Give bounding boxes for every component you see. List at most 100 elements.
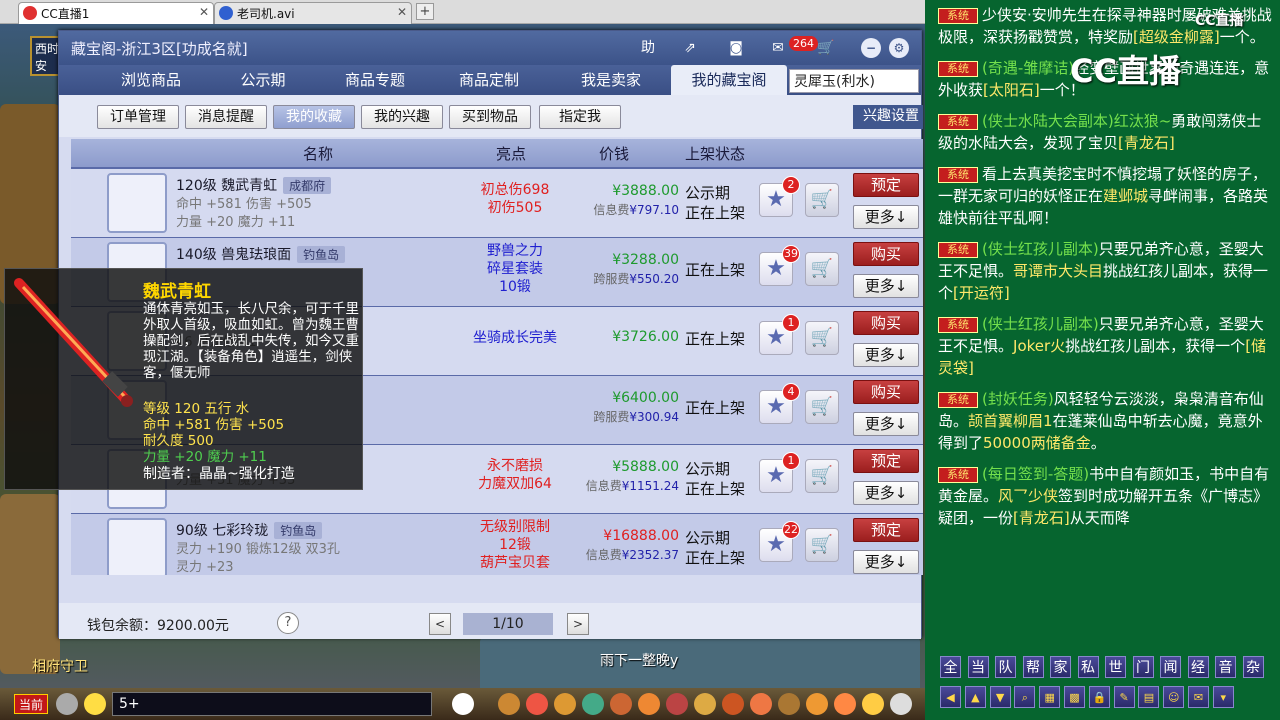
minimize-button[interactable]: − [861,38,881,58]
item-icon[interactable] [638,693,660,715]
chat-channel-button[interactable]: 世 [1105,656,1126,678]
chat-channel-button[interactable]: 当 [967,656,989,678]
chat-tool-icon[interactable]: ◀ [940,686,961,708]
chat-tool-icon[interactable]: ▾ [1212,686,1234,708]
tab-custom[interactable]: 商品定制 [437,65,541,95]
table-row[interactable]: 120级 魏武青虹 成都府 命中 +581 伤害 +505 力量 +20 魔力 +11… [71,169,923,237]
buy-button[interactable]: 购买 [853,380,919,404]
item-icon[interactable] [554,693,576,715]
tab-interests[interactable]: 我的兴趣 [361,105,443,129]
new-tab-button[interactable]: + [416,3,434,20]
browser-tab-video[interactable]: 老司机.avi ✕ [214,2,412,24]
more-button[interactable]: 更多↓ [853,205,919,229]
item-thumbnail[interactable] [107,173,167,233]
item-icon[interactable] [582,693,604,715]
chat-tool-icon[interactable]: 🔒 [1088,686,1110,708]
cart-icon[interactable]: 🛒 [815,36,837,60]
favorite-star-icon[interactable]: ★ 4 [759,383,800,424]
chat-channel-button[interactable]: 门 [1132,656,1154,678]
stop-icon[interactable]: ◙ [725,36,747,60]
tab-seller[interactable]: 我是卖家 [549,65,673,95]
tab-orders[interactable]: 订单管理 [97,105,179,129]
tab-favorites[interactable]: 我的收藏 [273,105,355,129]
chat-tool-icon[interactable]: ▼ [989,686,1011,708]
realm-selector[interactable]: 灵犀玉(利水) [789,69,919,93]
emoji-icon[interactable] [84,693,106,715]
chat-channel-button[interactable]: 帮 [1022,656,1044,678]
item-icon[interactable] [778,693,800,715]
tab-notifications[interactable]: 消息提醒 [185,105,267,129]
more-button[interactable]: 更多↓ [853,481,919,505]
add-to-cart-icon[interactable]: 🛒 [805,390,839,424]
add-to-cart-icon[interactable]: 🛒 [805,183,839,217]
item-icon[interactable] [694,693,716,715]
chat-tool-icon[interactable]: ▦ [1039,686,1061,708]
tab-browse[interactable]: 浏览商品 [99,65,203,95]
chat-channel-button[interactable]: 队 [995,656,1016,678]
item-icon[interactable] [526,693,548,715]
page-indicator[interactable]: 1/10 [463,613,553,635]
browser-tab-cc-live[interactable]: CC直播1 ✕ [18,2,214,24]
reserve-button[interactable]: 预定 [853,449,919,473]
item-icon[interactable] [806,693,828,715]
tab-topics[interactable]: 商品专题 [323,65,427,95]
help-button[interactable]: 助 [637,36,659,60]
item-icon[interactable] [610,693,632,715]
message-icon[interactable]: ✉ [767,36,789,60]
add-to-cart-icon[interactable]: 🛒 [805,528,839,562]
more-button[interactable]: 更多↓ [853,412,919,436]
more-button[interactable]: 更多↓ [853,550,919,574]
item-icon[interactable] [666,693,688,715]
item-icon[interactable] [498,693,520,715]
item-icon[interactable] [750,693,772,715]
add-to-cart-icon[interactable]: 🛒 [805,252,839,286]
chat-channel-button[interactable]: 音 [1215,656,1236,678]
pet-icon[interactable] [452,693,474,715]
add-to-cart-icon[interactable]: 🛒 [805,459,839,493]
chat-channel-button[interactable]: 全 [940,656,961,678]
item-thumbnail[interactable] [107,518,167,575]
favorite-star-icon[interactable]: ★ 2 [759,176,800,217]
favorite-star-icon[interactable]: ★ 1 [759,314,800,355]
more-button[interactable]: 更多↓ [853,343,919,367]
item-title[interactable]: 90级 七彩玲珑 钓鱼岛 [176,520,323,540]
chat-channel-button[interactable]: 闻 [1160,656,1181,678]
item-title[interactable]: 120级 魏武青虹 成都府 [176,175,332,195]
chat-tool-icon[interactable]: ▩ [1064,686,1085,708]
tab-purchased[interactable]: 买到物品 [449,105,531,129]
tab-my-pavilion[interactable]: 我的藏宝阁 [671,65,787,95]
buy-button[interactable]: 购买 [853,311,919,335]
add-to-cart-icon[interactable]: 🛒 [805,321,839,355]
chat-tool-icon[interactable]: ✎ [1113,686,1135,708]
interest-settings-button[interactable]: 兴趣设置 [853,105,923,129]
chat-channel-button[interactable]: 杂 [1242,656,1264,678]
next-page-button[interactable]: > [567,613,589,635]
settings-button[interactable]: ⚙ [889,38,909,58]
chat-tool-icon[interactable]: ✉ [1188,686,1209,708]
chat-channel-button[interactable]: 私 [1077,656,1099,678]
item-icon[interactable] [890,693,912,715]
chat-channel-button[interactable]: 家 [1050,656,1071,678]
reserve-button[interactable]: 预定 [853,518,919,542]
item-icon[interactable] [862,693,884,715]
reserve-button[interactable]: 预定 [853,173,919,197]
table-row[interactable]: 90级 七彩玲珑 钓鱼岛 灵力 +190 锻炼12级 双3孔 灵力 +23 无级别限制 1… [71,514,923,575]
more-button[interactable]: 更多↓ [853,274,919,298]
chat-tool-icon[interactable]: ▲ [964,686,986,708]
favorite-star-icon[interactable]: ★ 1 [759,452,800,493]
help-icon[interactable]: ? [277,612,299,634]
favorite-star-icon[interactable]: ★ 22 [759,521,800,562]
chat-tool-icon[interactable]: ⌕ [1014,686,1036,708]
channel-current-button[interactable]: 当前 [14,694,48,714]
item-title[interactable]: 140级 兽鬼珐琅面 钓鱼岛 [176,244,346,264]
item-icon[interactable] [834,693,856,715]
buy-button[interactable]: 购买 [853,242,919,266]
tab-assigned-me[interactable]: 指定我 [539,105,621,129]
microphone-icon[interactable] [56,693,78,715]
chat-channel-button[interactable]: 经 [1187,656,1209,678]
prev-page-button[interactable]: < [429,613,451,635]
close-tab-icon[interactable]: ✕ [199,5,209,19]
chat-tool-icon[interactable]: ▤ [1138,686,1160,708]
game-chat-input[interactable]: 5+ [112,692,432,716]
chat-tool-icon[interactable]: ☺ [1163,686,1185,708]
